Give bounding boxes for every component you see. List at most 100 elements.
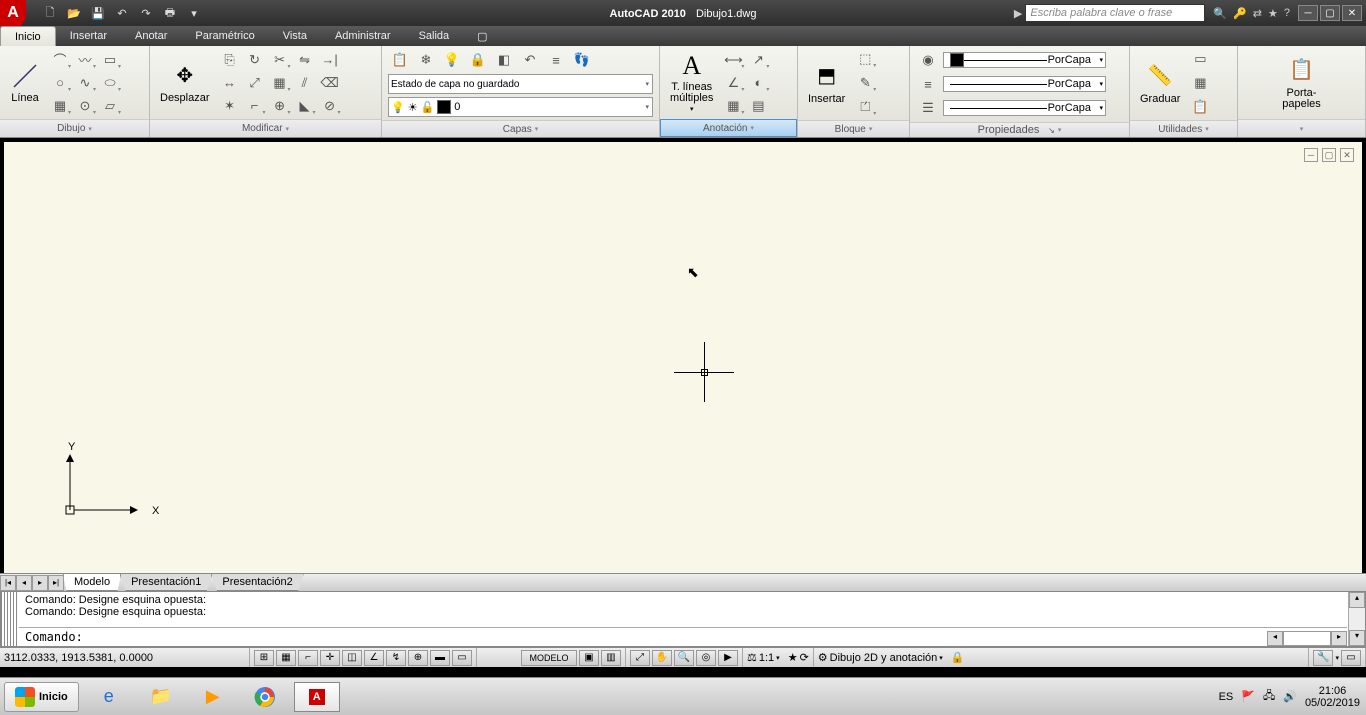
panel-anotacion[interactable]: Anotación [660,119,797,137]
minimize-button[interactable]: ─ [1298,5,1318,21]
linetype-icon[interactable]: ≡ [916,73,940,95]
annoscale-icon[interactable]: ⚖ [747,651,757,664]
layer-match-icon[interactable]: ≡ [544,49,568,71]
layer-walk-icon[interactable]: 👣 [570,49,594,71]
tab-parametrico[interactable]: Paramétrico [181,26,268,46]
tab-prev-icon[interactable]: ◂ [16,575,32,591]
vp-maximize-icon[interactable]: ▢ [1322,148,1336,162]
color-wheel-icon[interactable]: ◉ [916,49,940,71]
annovisibility-icon[interactable]: ★ [788,651,798,664]
desplazar-button[interactable]: ✥ Desplazar [154,49,216,117]
otrack-toggle[interactable]: ∠ [364,650,384,666]
tab-last-icon[interactable]: ▸| [48,575,64,591]
arc-icon[interactable]: ⌒ [48,49,72,71]
vp-minimize-icon[interactable]: ─ [1304,148,1318,162]
scroll-down-icon[interactable]: ▾ [1349,630,1365,646]
scroll-left-icon[interactable]: ◂ [1267,631,1283,646]
extend-icon[interactable]: →| [318,49,342,71]
taskbar-chrome[interactable] [242,682,288,712]
command-input[interactable]: Comando: [19,627,1347,646]
insertar-button[interactable]: ⬒ Insertar [802,49,851,117]
stretch-icon[interactable]: ↔ [218,72,242,94]
panel-capas[interactable]: Capas [382,120,659,137]
mtext-button[interactable]: A T. líneas múltiples▾ [664,49,719,117]
polyline-icon[interactable]: 〰 [73,49,97,71]
erase-icon[interactable]: ⌫ [318,72,342,94]
tray-network-icon[interactable]: 🖧 [1263,687,1275,706]
pan-icon[interactable]: ✋ [652,650,672,666]
dim-radius-icon[interactable]: ◐ [746,72,770,94]
point-icon[interactable]: ⊙ [73,95,97,117]
tab-anotar[interactable]: Anotar [121,26,181,46]
explode-icon[interactable]: ✶ [218,95,242,117]
circle-icon[interactable]: ○ [48,72,72,94]
toolbar-icon[interactable]: 🔧 [1313,650,1333,666]
tray-flag-icon[interactable]: 🚩 [1241,690,1255,703]
search-input[interactable]: Escriba palabra clave o frase [1025,4,1205,22]
dim-leader-icon[interactable]: ↗ [746,49,770,71]
layer-prev-icon[interactable]: ↶ [518,49,542,71]
tab-administrar[interactable]: Administrar [321,26,405,46]
showmotion-icon[interactable]: ▶ [718,650,738,666]
tray-volume-icon[interactable]: 🔊 [1283,690,1297,703]
maximize-button[interactable]: ▢ [1320,5,1340,21]
panel-modificar[interactable]: Modificar [150,119,381,137]
polar-toggle[interactable]: ✛ [320,650,340,666]
linea-button[interactable]: Línea [4,49,46,117]
color-combo[interactable]: PorCapa [943,52,1106,68]
tab-insertar[interactable]: Insertar [56,26,121,46]
vp-close-icon[interactable]: ✕ [1340,148,1354,162]
key-icon[interactable]: 🔑 [1233,7,1247,20]
scale-icon[interactable]: ⤢ [243,72,267,94]
cleanscreen-icon[interactable]: ▭ [1341,650,1361,666]
annoscale-value[interactable]: 1:1 [759,652,774,664]
offset-icon[interactable]: ⫽ [293,72,317,94]
break-icon[interactable]: ⊘ [318,95,342,117]
layer-combo[interactable]: 💡 ☀ 🔓 0 [388,97,653,117]
lineweight-combo[interactable]: PorCapa [943,100,1106,116]
spline-icon[interactable]: ∿ [73,72,97,94]
layer-freeze-icon[interactable]: ❄ [414,49,438,71]
qat-save-icon[interactable]: 💾 [88,3,108,23]
wheel-icon[interactable]: ◎ [696,650,716,666]
sheet-pres2[interactable]: Presentación2 [211,574,303,591]
quickcalc-icon[interactable]: ▦ [1188,72,1212,94]
qview-icon[interactable]: ⤢ [630,650,650,666]
panel-utilidades[interactable]: Utilidades [1130,120,1237,137]
panel-porta[interactable] [1238,119,1365,137]
taskbar-wmp[interactable]: ▶ [190,682,236,712]
tray-clock[interactable]: 21:06 05/02/2019 [1305,685,1360,709]
tab-inicio[interactable]: Inicio [0,26,56,46]
grid-toggle[interactable]: ▦ [276,650,296,666]
fillet-icon[interactable]: ⌐ [243,95,267,117]
annoauto-icon[interactable]: ⟳ [800,651,809,664]
qat-dropdown-icon[interactable]: ▾ [184,3,204,23]
snap-toggle[interactable]: ⊞ [254,650,274,666]
panel-propiedades[interactable]: Propiedades ↘ [910,122,1129,137]
tab-extra[interactable]: ▢ [463,26,501,46]
taskbar-explorer[interactable]: 📁 [138,682,184,712]
layout2-icon[interactable]: ▥ [601,650,621,666]
field-icon[interactable]: ▤ [746,95,770,117]
layer-off-icon[interactable]: 💡 [440,49,464,71]
portapapeles-button[interactable]: 📋 Porta- papeles [1276,49,1327,117]
rotate-icon[interactable]: ↻ [243,49,267,71]
workspace-combo[interactable]: Dibujo 2D y anotación [830,652,938,664]
sheet-pres1[interactable]: Presentación1 [120,574,212,591]
layer-iso-icon[interactable]: ◧ [492,49,516,71]
linetype-combo[interactable]: PorCapa [943,76,1106,92]
favorite-icon[interactable]: ★ [1268,7,1278,20]
qat-undo-icon[interactable]: ↶ [112,3,132,23]
app-menu-button[interactable]: A [0,0,26,26]
layer-lock-icon[interactable]: 🔒 [466,49,490,71]
lineweight-icon[interactable]: ☰ [916,97,940,119]
mirror-icon[interactable]: ⇋ [293,49,317,71]
trim-icon[interactable]: ✂ [268,49,292,71]
panel-bloque[interactable]: Bloque [798,120,909,137]
osnap-toggle[interactable]: ◫ [342,650,362,666]
layer-prop-icon[interactable]: 📋 [388,49,412,71]
paste-icon[interactable]: 📋 [1188,96,1212,118]
taskbar-autocad[interactable]: A [294,682,340,712]
tab-next-icon[interactable]: ▸ [32,575,48,591]
taskbar-ie[interactable]: e [86,682,132,712]
